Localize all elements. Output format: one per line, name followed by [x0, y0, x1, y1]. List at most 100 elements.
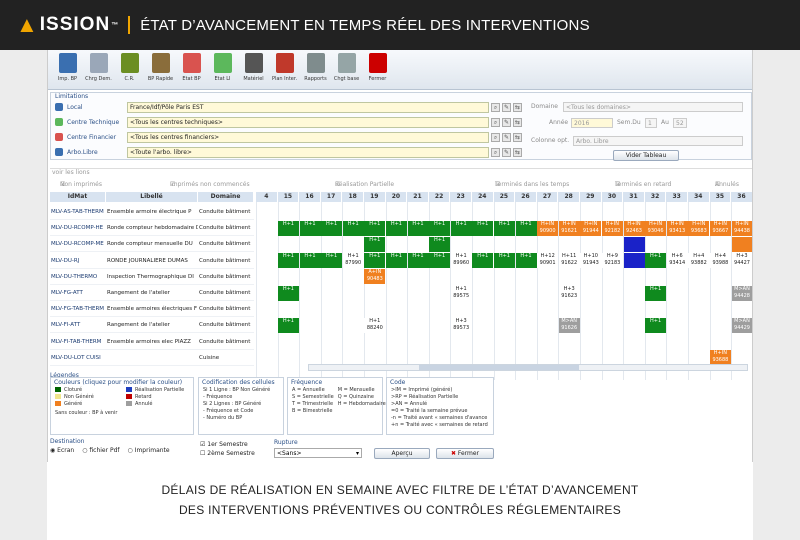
color-legend-item[interactable]: Généré [51, 401, 122, 408]
column-header-libelle[interactable]: Libellé [106, 192, 198, 202]
row-lib-cell[interactable]: Ronde compteur mensuelle DU [106, 236, 198, 253]
rupture-select[interactable]: <Sans> ▾ [274, 448, 362, 458]
week-status-cell[interactable]: H+IN 93413 [666, 220, 688, 236]
week-header[interactable]: 36 [731, 192, 752, 202]
week-status-cell[interactable]: H+IN 94438 [731, 220, 752, 236]
week-status-cell[interactable]: H+1 [299, 220, 321, 236]
row-lib-cell[interactable]: RONDE JOURNALIERE DUMAS [106, 253, 198, 269]
week-header[interactable]: 34 [688, 192, 710, 202]
week-status-cell[interactable]: H+9 92183 [601, 253, 623, 269]
week-status-cell[interactable]: H+1 [407, 220, 429, 236]
color-legend-item[interactable]: Réalisation Partielle [122, 387, 193, 394]
toolbar-button[interactable]: C.R. [114, 50, 145, 90]
week-status-cell[interactable]: H+1 [493, 220, 515, 236]
clear-icon[interactable]: ⇆ [513, 132, 522, 142]
week-status-cell[interactable]: H+1 [515, 220, 537, 236]
row-id-cell[interactable]: MLV-DU-RJ [50, 253, 106, 269]
week-status-cell[interactable]: H+1 87990 [342, 253, 364, 269]
color-legend-item[interactable]: Annulé [122, 401, 193, 408]
search-icon[interactable]: ⌕ [491, 117, 500, 127]
week-status-cell[interactable]: H+1 [450, 220, 472, 236]
week-status-cell[interactable]: H+1 89575 [450, 285, 472, 301]
row-lib-cell[interactable]: Rangement de l'atelier [106, 285, 198, 301]
row-id-cell[interactable]: MLV-FG-TAB-THERM [50, 301, 106, 318]
week-status-cell[interactable]: H+1 89960 [450, 253, 472, 269]
radio-imprimante[interactable]: ○ Imprimante [128, 447, 170, 454]
row-id-cell[interactable]: MLV-DU-LOT CUISI [50, 350, 106, 366]
week-status-cell[interactable]: H+IN 92463 [623, 220, 645, 236]
toolbar-button[interactable]: Imp. BP [52, 50, 83, 90]
annee-field[interactable]: 2016 [571, 118, 613, 128]
week-header[interactable]: 31 [623, 192, 645, 202]
week-status-cell[interactable]: H+4 93882 [688, 253, 710, 269]
au-field[interactable]: 52 [673, 118, 687, 128]
apercu-button[interactable]: Aperçu [374, 448, 430, 459]
week-status-cell[interactable]: H+1 [321, 220, 343, 236]
week-header[interactable]: 19 [364, 192, 386, 202]
week-status-cell[interactable]: H+1 [342, 220, 364, 236]
row-id-cell[interactable]: MLV-FI-ATT [50, 317, 106, 334]
search-icon[interactable]: ⌕ [491, 102, 500, 112]
row-dom-cell[interactable]: Conduite bâtiment [198, 269, 254, 285]
week-status-cell[interactable]: H+IN 93046 [645, 220, 667, 236]
row-lib-cell[interactable]: Ensemble armoires électriques F [106, 301, 198, 318]
toolbar-button[interactable]: BP Rapide [145, 50, 176, 90]
pick-icon[interactable]: ✎ [502, 117, 511, 127]
week-status-cell[interactable]: H+3 89573 [450, 317, 472, 333]
week-header[interactable]: 16 [299, 192, 321, 202]
row-dom-cell[interactable]: Conduite bâtiment [198, 204, 254, 220]
search-icon[interactable]: ⌕ [491, 147, 500, 157]
week-status-cell[interactable]: H+1 [645, 317, 667, 333]
week-status-cell[interactable]: H+1 [472, 253, 494, 269]
toolbar-button[interactable]: Plan Inter. [269, 50, 300, 90]
row-id-cell[interactable]: MLV-AS-TAB-THERM [50, 204, 106, 220]
toolbar-button[interactable]: Fermer [362, 50, 393, 90]
week-status-cell[interactable]: H+1 [364, 253, 386, 269]
week-status-cell[interactable]: H+IN 90900 [537, 220, 559, 236]
week-header[interactable]: 28 [558, 192, 580, 202]
week-header[interactable]: 17 [320, 192, 343, 202]
week-status-cell[interactable]: H+IN 91944 [580, 220, 602, 236]
week-status-cell[interactable]: H+1 [277, 317, 299, 333]
week-header[interactable]: 25 [493, 192, 516, 202]
week-status-cell[interactable]: H+1 [364, 220, 386, 236]
row-lib-cell[interactable] [106, 350, 198, 366]
week-status-cell[interactable]: H+11 91622 [558, 253, 580, 269]
week-status-cell[interactable]: H+1 [493, 253, 515, 269]
pick-icon[interactable]: ✎ [502, 147, 511, 157]
week-header[interactable]: 23 [450, 192, 472, 202]
week-status-cell[interactable]: H+IN 91621 [558, 220, 580, 236]
color-swatch[interactable] [55, 387, 61, 392]
scroll-thumb[interactable] [419, 365, 579, 370]
pick-icon[interactable]: ✎ [502, 132, 511, 142]
toolbar-button[interactable]: Chrg Dem. [83, 50, 114, 90]
centre-financier-field[interactable]: <Tous les centres financiers> [127, 131, 489, 143]
week-header[interactable]: 15 [277, 192, 300, 202]
week-header[interactable]: 4 [256, 192, 278, 202]
week-status-cell[interactable]: H+1 [385, 220, 407, 236]
week-header[interactable]: 21 [407, 192, 429, 202]
row-dom-cell[interactable]: Conduite bâtiment [198, 317, 254, 334]
color-legend-item[interactable]: Retard [122, 394, 193, 401]
row-dom-cell[interactable]: Cuisine [198, 350, 254, 366]
week-status-cell[interactable]: H+12 90901 [537, 253, 559, 269]
color-legend-item[interactable]: Non Généré [51, 394, 122, 401]
week-status-cell[interactable] [623, 253, 645, 269]
row-dom-cell[interactable]: Conduite bâtiment [198, 334, 254, 350]
week-header[interactable]: 32 [644, 192, 667, 202]
search-icon[interactable]: ⌕ [491, 132, 500, 142]
toolbar-button[interactable]: Matériel [238, 50, 269, 90]
semdu-field[interactable]: 1 [645, 118, 657, 128]
color-swatch[interactable] [126, 387, 132, 392]
week-header[interactable]: 27 [536, 192, 559, 202]
week-status-cell[interactable] [623, 236, 645, 252]
week-status-cell[interactable]: H+1 [277, 285, 299, 301]
clear-icon[interactable]: ⇆ [513, 147, 522, 157]
row-dom-cell[interactable]: Conduite bâtiment [198, 236, 254, 253]
week-header[interactable]: 30 [601, 192, 624, 202]
toolbar-button[interactable]: Rapports [300, 50, 331, 90]
row-lib-cell[interactable]: Ensemble armoires elec PIAZZ [106, 334, 198, 350]
week-status-cell[interactable]: H+1 [645, 285, 667, 301]
week-status-cell[interactable]: H+1 [429, 253, 451, 269]
checkbox-sem2[interactable]: ☐ 2ème Semestre [200, 449, 255, 458]
